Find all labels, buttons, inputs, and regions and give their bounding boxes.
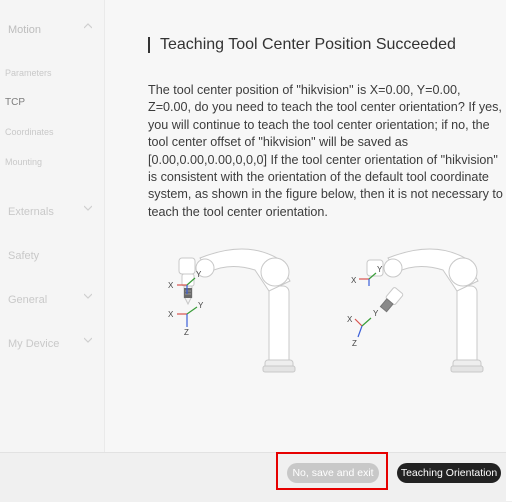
sidebar-item-tcp[interactable]: TCP — [5, 97, 109, 108]
axis-label-x-left-bottom: X — [168, 310, 174, 319]
chevron-down-icon — [84, 337, 92, 343]
sidebar-item-label: My Device — [8, 338, 60, 350]
dialog-body-text: The tool center position of "hikvision" … — [148, 83, 503, 219]
axis-label-z-left-bottom: Z — [184, 328, 189, 337]
axis-label-y-right-top: Y — [377, 265, 383, 274]
chevron-down-icon — [84, 205, 92, 211]
window-edge — [506, 0, 512, 501]
axis-frame-left-bottom: X Y Z — [168, 301, 204, 337]
sidebar-item-label: Externals — [8, 206, 54, 218]
axis-frame-right-bottom: X Y Z — [347, 309, 379, 348]
sidebar-item-label: Motion — [8, 24, 42, 36]
sidebar-item-label: Safety — [8, 250, 40, 262]
axis-label-y-left-bottom: Y — [198, 301, 204, 310]
robot-orientation-figure: X Y X Y Z X Y X Y Z — [168, 248, 484, 373]
sidebar-group-motion[interactable]: Motion — [8, 20, 92, 36]
chevron-up-icon — [84, 23, 92, 29]
sidebar-group-externals[interactable]: Externals — [8, 202, 92, 218]
sidebar-item-mounting[interactable]: Mounting — [5, 157, 109, 167]
tool-tip-dark-left — [184, 288, 192, 298]
axis-label-x-left-top: X — [168, 281, 174, 290]
sidebar-group-my-device[interactable]: My Device — [8, 334, 92, 350]
title-accent-bar — [148, 37, 150, 53]
robot-arm-right-illustration — [366, 248, 484, 373]
robot-arm-left-illustration — [178, 248, 296, 373]
highlight-box — [276, 452, 388, 490]
axis-label-y-left-top: Y — [196, 270, 202, 279]
sidebar-item-parameters[interactable]: Parameters — [5, 68, 109, 78]
sidebar-group-general[interactable]: General — [8, 290, 92, 306]
axis-label-x-right-top: X — [351, 276, 357, 285]
sidebar-item-coordinates[interactable]: Coordinates — [5, 127, 109, 137]
dialog-title: Teaching Tool Center Position Succeeded — [160, 36, 456, 53]
teaching-orientation-button[interactable]: Teaching Orientation — [397, 463, 501, 483]
sidebar: Motion Parameters TCP Coordinates Mounti… — [0, 0, 105, 455]
sidebar-item-safety[interactable]: Safety — [8, 246, 92, 262]
axis-label-x-right-bottom: X — [347, 315, 353, 324]
chevron-down-icon — [84, 293, 92, 299]
axis-label-z-right-bottom: Z — [352, 339, 357, 348]
sidebar-item-label: General — [8, 294, 48, 306]
dialog-card: Teaching Tool Center Position Succeeded … — [105, 0, 506, 452]
axis-label-y-right-bottom: Y — [373, 309, 379, 318]
